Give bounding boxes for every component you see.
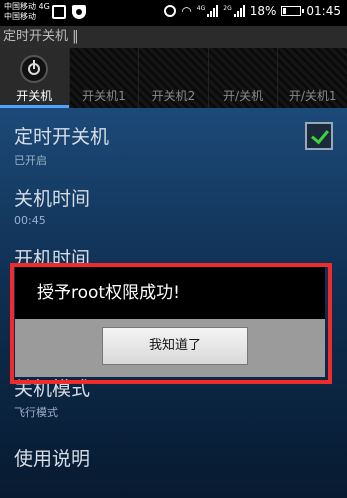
tab-power-1[interactable]: 开关机1: [69, 48, 140, 108]
tab-on-off[interactable]: 开/关机: [208, 48, 279, 108]
battery-percent: 18%: [249, 4, 277, 18]
setting-subtitle: 已开启: [14, 154, 47, 167]
setting-scheduled-power[interactable]: 定时开关机 已开启: [14, 122, 333, 168]
setting-title: 定时开关机: [14, 126, 110, 148]
tab-power-main[interactable]: 开关机: [0, 48, 70, 108]
setting-title: 使用说明: [14, 448, 91, 470]
setting-subtitle: 00:45: [14, 214, 46, 227]
carrier-line-2: 中国移动: [4, 12, 36, 21]
setting-shutdown-time[interactable]: 关机时间 00:45: [14, 184, 333, 227]
signal-4g-label: 4G: [196, 5, 206, 12]
battery-icon: [281, 6, 305, 16]
tab-label: 开/关机1: [288, 89, 337, 103]
carrier-line-1: 中国移动 4G: [4, 2, 50, 11]
shield-icon: [72, 5, 86, 19]
signal-4g-icon: 4G: [196, 5, 219, 17]
status-time: 01:45: [306, 4, 341, 18]
tab-power-2[interactable]: 开关机2: [139, 48, 209, 108]
app-title: 定时开关机 ‖: [0, 26, 347, 48]
status-bar: 中国移动 4G 中国移动 ◠ 4G 2G 18% 01:45: [0, 0, 347, 26]
tab-label: 开/关机: [223, 89, 264, 103]
tab-label: 开关机2: [151, 89, 196, 103]
gallery-icon: [52, 5, 66, 19]
signal-2g-icon: 2G: [223, 5, 245, 17]
setting-instructions[interactable]: 使用说明: [14, 444, 333, 471]
enabled-checkbox[interactable]: [305, 122, 333, 150]
setting-title: 关机时间: [14, 188, 91, 210]
carrier-info: 中国移动 4G 中国移动: [4, 2, 50, 22]
tab-label: 开关机1: [82, 89, 126, 103]
power-icon: [20, 55, 49, 83]
setting-subtitle: 飞行模式: [14, 406, 58, 419]
signal-2g-label: 2G: [223, 5, 232, 12]
tab-label: 开关机: [16, 89, 53, 103]
highlight-box: [10, 263, 332, 384]
wifi-icon: ◠: [181, 4, 192, 18]
tab-bar: 开关机 开关机1 开关机2 开/关机 开/关机1: [0, 48, 347, 108]
tab-on-off-1[interactable]: 开/关机1: [278, 48, 347, 108]
alarm-icon: [164, 5, 177, 17]
